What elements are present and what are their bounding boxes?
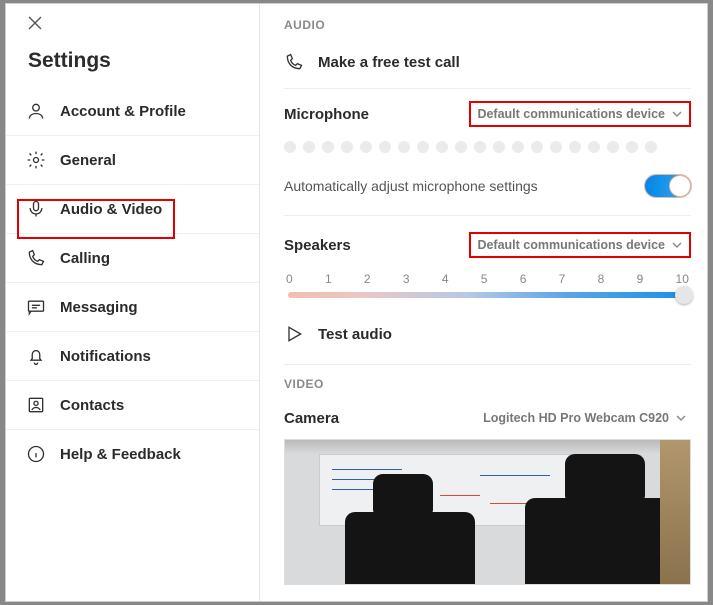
- bell-icon: [26, 346, 46, 366]
- settings-window: Settings Account & Profile General Audio…: [6, 4, 707, 601]
- chevron-down-icon: [671, 239, 683, 251]
- chevron-down-icon: [671, 108, 683, 120]
- chevron-down-icon: [675, 412, 687, 424]
- test-audio-row[interactable]: Test audio: [284, 318, 691, 360]
- camera-preview: [284, 439, 691, 585]
- camera-label: Camera: [284, 410, 339, 427]
- auto-adjust-toggle[interactable]: [645, 175, 691, 197]
- sidebar-item-account-profile[interactable]: Account & Profile: [6, 87, 259, 136]
- audio-section-label: AUDIO: [284, 18, 691, 32]
- sidebar: Settings Account & Profile General Audio…: [6, 4, 260, 601]
- microphone-label: Microphone: [284, 106, 369, 123]
- sidebar-item-notifications[interactable]: Notifications: [6, 332, 259, 381]
- close-icon[interactable]: [28, 16, 42, 30]
- auto-adjust-label: Automatically adjust microphone settings: [284, 178, 538, 194]
- volume-slider[interactable]: [288, 292, 687, 298]
- volume-slider-knob[interactable]: [675, 286, 693, 304]
- microphone-selected: Default communications device: [477, 107, 665, 121]
- person-icon: [26, 101, 46, 121]
- microphone-level-meter: [284, 133, 691, 167]
- sidebar-item-help-feedback[interactable]: Help & Feedback: [6, 430, 259, 478]
- sidebar-item-contacts[interactable]: Contacts: [6, 381, 259, 430]
- phone-outline-icon: [284, 52, 304, 72]
- video-section-label: VIDEO: [284, 377, 691, 391]
- sidebar-item-label: Notifications: [60, 348, 151, 365]
- main-panel: AUDIO Make a free test call Microphone D…: [260, 4, 707, 601]
- test-audio-label: Test audio: [318, 326, 392, 343]
- speakers-selected: Default communications device: [477, 238, 665, 252]
- volume-scale-labels: 012345678910: [284, 264, 691, 288]
- message-icon: [26, 297, 46, 317]
- sidebar-item-label: Help & Feedback: [60, 446, 181, 463]
- phone-icon: [26, 248, 46, 268]
- contacts-icon: [26, 395, 46, 415]
- speakers-dropdown[interactable]: Default communications device: [469, 232, 691, 258]
- page-title: Settings: [6, 41, 259, 87]
- sidebar-item-messaging[interactable]: Messaging: [6, 283, 259, 332]
- sidebar-item-calling[interactable]: Calling: [6, 234, 259, 283]
- sidebar-item-label: Messaging: [60, 299, 138, 316]
- info-icon: [26, 444, 46, 464]
- sidebar-item-general[interactable]: General: [6, 136, 259, 185]
- sidebar-item-label: Contacts: [60, 397, 124, 414]
- play-icon: [284, 324, 304, 344]
- sidebar-item-label: Account & Profile: [60, 103, 186, 120]
- gear-icon: [26, 150, 46, 170]
- test-call-row[interactable]: Make a free test call: [284, 42, 691, 89]
- sidebar-item-audio-video[interactable]: Audio & Video: [6, 185, 259, 234]
- camera-selected: Logitech HD Pro Webcam C920: [483, 411, 669, 425]
- sidebar-item-label: Calling: [60, 250, 110, 267]
- speakers-label: Speakers: [284, 237, 351, 254]
- microphone-icon: [26, 199, 46, 219]
- sidebar-item-label: General: [60, 152, 116, 169]
- test-call-label: Make a free test call: [318, 54, 460, 71]
- camera-dropdown[interactable]: Logitech HD Pro Webcam C920: [479, 407, 691, 429]
- sidebar-item-label: Audio & Video: [60, 201, 162, 218]
- microphone-dropdown[interactable]: Default communications device: [469, 101, 691, 127]
